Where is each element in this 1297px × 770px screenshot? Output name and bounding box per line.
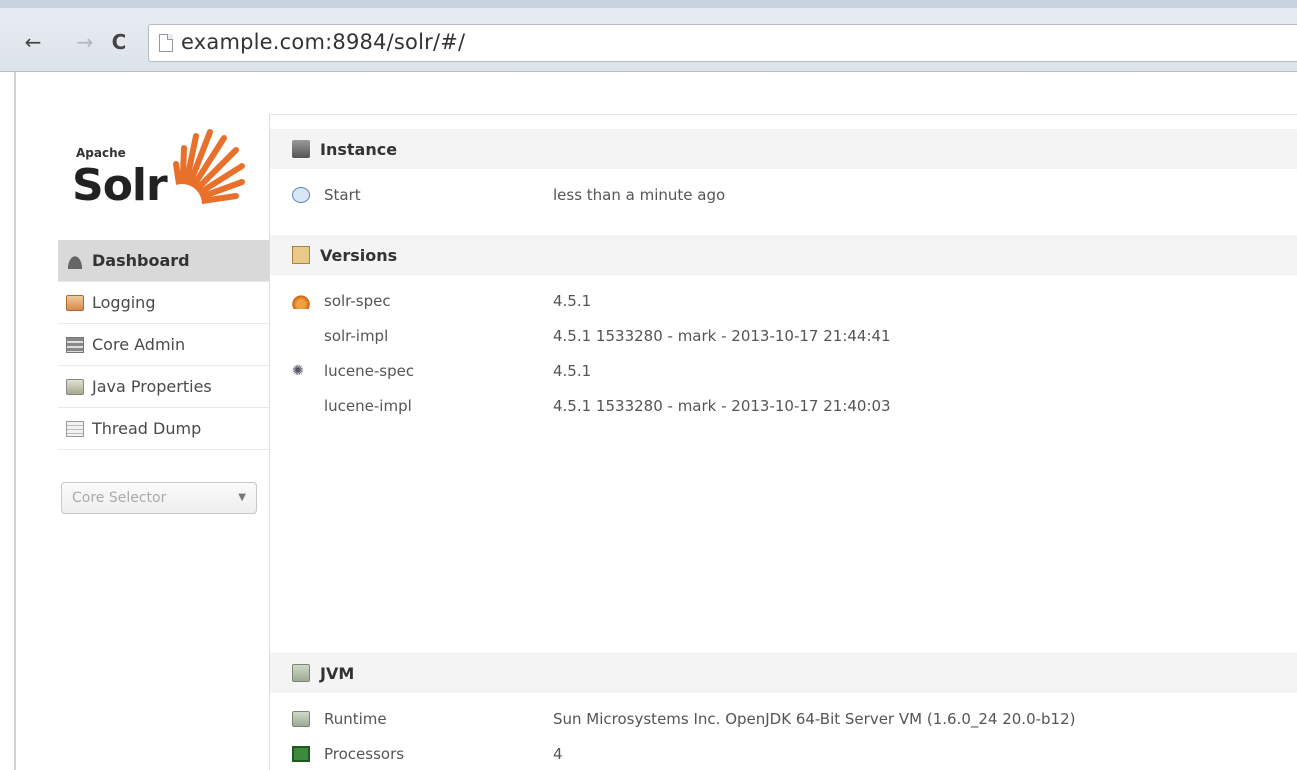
chevron-down-icon: ▼ — [238, 492, 246, 503]
tab-strip — [0, 0, 1297, 8]
solr-admin-page: Apache Solr Dashboard Logging Core Admin… — [14, 72, 1297, 770]
reload-button[interactable]: C — [108, 30, 130, 54]
address-bar[interactable]: example.com:8984/solr/#/ — [148, 24, 1297, 62]
core-selector-dropdown[interactable]: Core Selector ▼ — [61, 482, 257, 514]
jvm-runtime-row: Runtime Sun Microsystems Inc. OpenJDK 64… — [270, 704, 1297, 734]
processor-chip-icon — [292, 746, 310, 762]
version-row: solr-impl 4.5.1 1533280 - mark - 2013-10… — [270, 321, 1297, 351]
version-row: solr-spec 4.5.1 — [270, 286, 1297, 316]
clock-icon — [292, 187, 310, 203]
sidebar-item-label: Thread Dump — [92, 419, 202, 438]
version-row: ✺ lucene-spec 4.5.1 — [270, 356, 1297, 386]
instance-start-row: Start less than a minute ago — [270, 180, 1297, 210]
core-admin-icon — [66, 336, 84, 353]
row-value: 4.5.1 1533280 - mark - 2013-10-17 21:40:… — [553, 397, 891, 415]
sidebar-item-thread-dump[interactable]: Thread Dump — [58, 408, 270, 450]
browser-toolbar: ← → C example.com:8984/solr/#/ — [0, 0, 1297, 72]
row-value: 4.5.1 — [553, 362, 592, 380]
logo-solr-text: Solr — [72, 160, 168, 211]
sidebar-item-label: Java Properties — [92, 377, 212, 396]
dashboard-icon — [66, 252, 84, 269]
sidebar-item-java-properties[interactable]: Java Properties — [58, 366, 270, 408]
row-value: less than a minute ago — [553, 186, 726, 204]
jvm-processors-row: Processors 4 — [270, 739, 1297, 769]
sidebar-item-dashboard[interactable]: Dashboard — [58, 240, 270, 282]
java-properties-icon — [66, 378, 84, 395]
page-icon — [159, 34, 173, 52]
row-key: lucene-spec — [324, 362, 415, 380]
section-title: Versions — [320, 245, 398, 265]
row-value: 4.5.1 1533280 - mark - 2013-10-17 21:44:… — [553, 327, 891, 345]
server-icon — [292, 140, 310, 158]
row-key: solr-spec — [324, 292, 391, 310]
sidebar-menu: Dashboard Logging Core Admin Java Proper… — [58, 240, 270, 450]
section-title: JVM — [320, 663, 355, 683]
url-text[interactable]: example.com:8984/solr/#/ — [181, 30, 465, 54]
back-button[interactable]: ← — [22, 30, 44, 54]
row-key: solr-impl — [324, 327, 389, 345]
solr-icon — [292, 293, 310, 309]
row-value: 4.5.1 — [553, 292, 592, 310]
section-title: Instance — [320, 139, 398, 159]
jvm-section-header: JVM — [270, 653, 1297, 693]
runtime-icon — [292, 711, 310, 727]
sidebar-item-label: Dashboard — [92, 251, 190, 270]
sidebar-item-label: Core Admin — [92, 335, 186, 354]
row-key: lucene-impl — [324, 397, 412, 415]
row-key: Start — [324, 186, 361, 204]
sidebar-item-logging[interactable]: Logging — [58, 282, 270, 324]
solr-sun-icon — [162, 129, 245, 210]
sidebar-item-core-admin[interactable]: Core Admin — [58, 324, 270, 366]
dashboard-main: Instance Start less than a minute ago Ve… — [269, 114, 1297, 770]
solr-logo[interactable]: Apache Solr — [72, 124, 256, 214]
row-value: 4 — [553, 745, 563, 763]
logging-icon — [66, 294, 84, 311]
logo-apache-text: Apache — [76, 146, 126, 160]
row-value: Sun Microsystems Inc. OpenJDK 64-Bit Ser… — [553, 710, 1076, 728]
row-key: Processors — [324, 745, 405, 763]
forward-button[interactable]: → — [74, 30, 96, 54]
row-key: Runtime — [324, 710, 387, 728]
instance-section-header: Instance — [270, 129, 1297, 169]
lucene-icon: ✺ — [292, 363, 304, 379]
thread-dump-icon — [66, 420, 84, 437]
jvm-icon — [292, 664, 310, 682]
sidebar-item-label: Logging — [92, 293, 156, 312]
version-row: lucene-impl 4.5.1 1533280 - mark - 2013-… — [270, 391, 1297, 421]
core-selector-placeholder: Core Selector — [72, 490, 167, 506]
versions-section-header: Versions — [270, 235, 1297, 275]
package-icon — [292, 246, 310, 264]
